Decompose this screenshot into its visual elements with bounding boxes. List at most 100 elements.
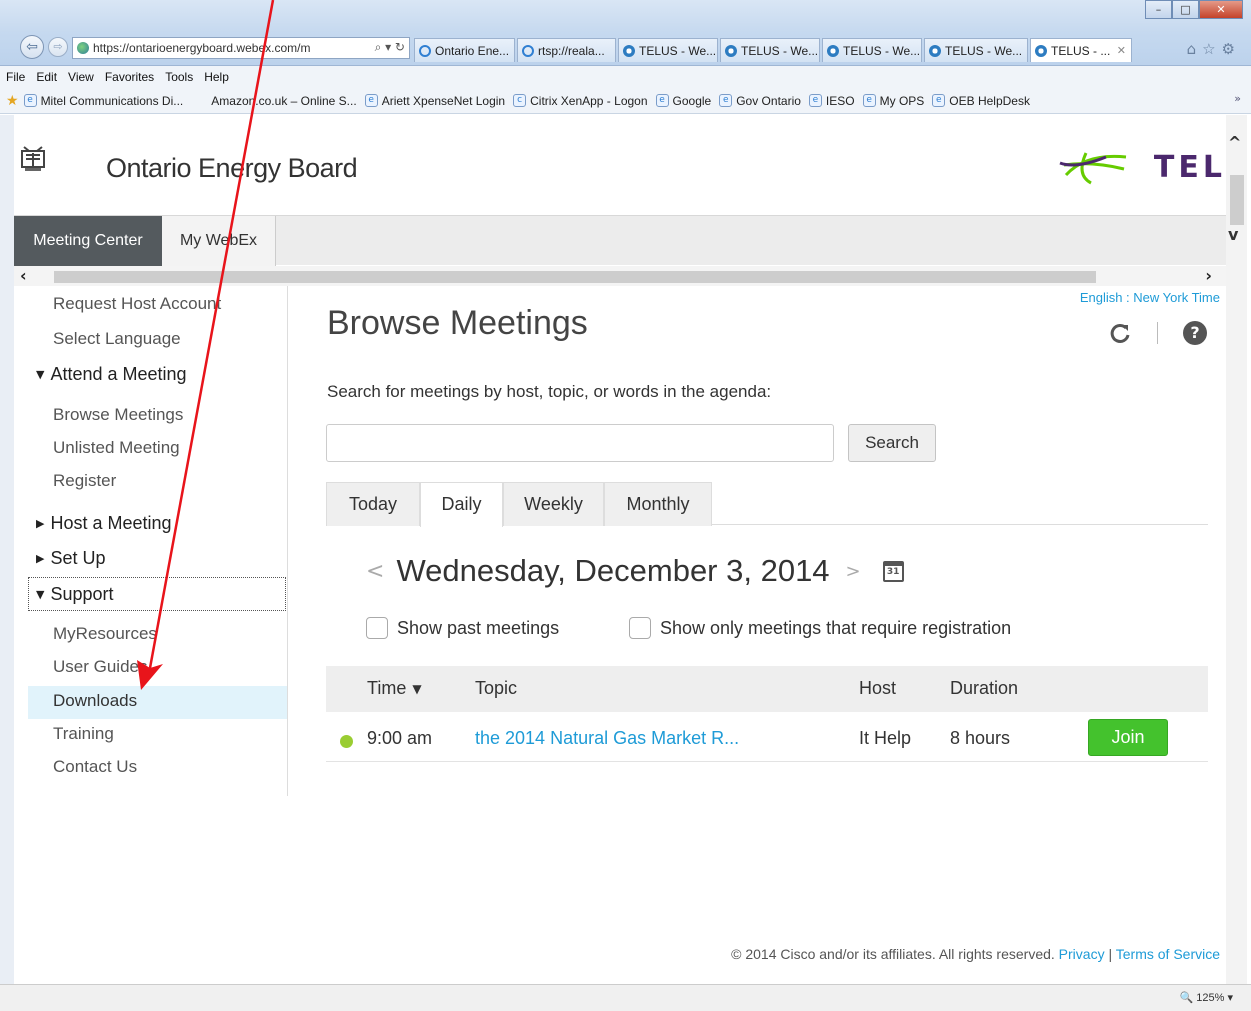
browser-tab[interactable]: TELUS - We... <box>822 38 922 62</box>
join-button[interactable]: Join <box>1088 719 1168 756</box>
sidebar-section-support[interactable]: ▼ Support <box>28 577 286 611</box>
tab-today[interactable]: Today <box>326 482 420 526</box>
home-icon[interactable]: ⌂ <box>1187 40 1203 58</box>
menu-favorites[interactable]: Favorites <box>105 70 154 84</box>
registration-only-option[interactable]: Show only meetings that require registra… <box>629 615 1011 641</box>
favorites-overflow-icon[interactable]: » <box>1234 92 1241 105</box>
chevron-down-icon[interactable]: v <box>1228 225 1238 244</box>
show-past-option[interactable]: Show past meetings <box>366 615 559 641</box>
favorite-link[interactable]: e Ariett XpenseNet Login <box>364 94 505 108</box>
chevron-left-icon[interactable]: < <box>366 559 384 584</box>
back-button[interactable]: ⇦ <box>20 35 44 59</box>
table-row: 9:00 am the 2014 Natural Gas Market R...… <box>326 714 1208 762</box>
browser-tab-active[interactable]: TELUS - ... ✕ <box>1030 38 1132 62</box>
ie-page-icon: e <box>719 94 733 107</box>
sidebar-item-contact[interactable]: Contact Us <box>53 757 137 777</box>
zoom-control[interactable]: 🔍 125% ▾ <box>1180 991 1233 1004</box>
meeting-host: It Help <box>859 728 912 748</box>
tab-weekly[interactable]: Weekly <box>503 482 604 526</box>
favorite-link[interactable]: e Mitel Communications Di... <box>23 94 183 108</box>
browser-tab[interactable]: rtsp://reala... <box>517 38 616 62</box>
sidebar: Request Host Account Select Language ▼ At… <box>14 286 288 796</box>
meetings-table-header: Time ▼ Topic Host Duration <box>326 666 1208 712</box>
ie-page-icon: e <box>932 94 946 107</box>
window-controls: – □ ✕ <box>1145 0 1243 19</box>
sort-down-icon[interactable]: ▼ <box>412 682 421 696</box>
minimize-button[interactable]: – <box>1145 0 1172 19</box>
sidebar-section-attend[interactable]: ▼ Attend a Meeting <box>36 364 187 385</box>
meeting-topic-link[interactable]: the 2014 Natural Gas Market R... <box>475 728 739 749</box>
sidebar-item-browse[interactable]: Browse Meetings <box>53 405 183 425</box>
sidebar-section-host[interactable]: ▶ Host a Meeting <box>36 513 172 534</box>
menu-bar: File Edit View Favorites Tools Help <box>0 66 1251 88</box>
menu-file[interactable]: File <box>6 70 25 84</box>
sidebar-item-select-language[interactable]: Select Language <box>53 329 181 349</box>
meeting-duration: 8 hours <box>950 728 1011 748</box>
toolbar-icons[interactable]: ⌂☆⚙ <box>1187 40 1241 58</box>
terms-link[interactable]: Terms of Service <box>1116 946 1220 962</box>
search-input[interactable] <box>326 424 834 462</box>
chevron-up-icon[interactable]: ^ <box>1228 133 1241 152</box>
sidebar-item-register[interactable]: Register <box>53 471 116 491</box>
search-button[interactable]: Search <box>848 424 936 462</box>
sidebar-item-downloads[interactable]: Downloads <box>53 691 137 711</box>
sidebar-item-myresources[interactable]: MyResources <box>53 624 157 644</box>
privacy-link[interactable]: Privacy <box>1059 946 1105 962</box>
menu-tools[interactable]: Tools <box>165 70 193 84</box>
chevron-right-icon[interactable]: > <box>846 561 861 582</box>
close-tab-icon[interactable]: ✕ <box>1117 44 1126 57</box>
favorite-link[interactable]: c Citrix XenApp - Logon <box>513 94 648 108</box>
browser-tab[interactable]: TELUS - We... <box>720 38 820 62</box>
sidebar-item-request-host[interactable]: Request Host Account <box>53 294 221 314</box>
menu-view[interactable]: View <box>68 70 94 84</box>
horizontal-scrollbar[interactable]: ‹ › <box>14 266 1226 286</box>
refresh-icon[interactable] <box>1108 322 1132 346</box>
column-duration[interactable]: Duration <box>950 678 1018 699</box>
divider <box>1157 322 1158 344</box>
locale-link[interactable]: English : New York Time <box>1080 290 1220 305</box>
column-time[interactable]: Time ▼ <box>367 678 422 699</box>
favorite-link[interactable]: e IESO <box>808 94 855 108</box>
chevron-right-icon[interactable]: › <box>1205 266 1212 285</box>
top-nav: Meeting Center My WebEx <box>14 215 1226 266</box>
browser-tab[interactable]: TELUS - We... <box>618 38 718 62</box>
column-host[interactable]: Host <box>859 678 896 699</box>
chevron-left-icon[interactable]: ‹ <box>20 266 27 285</box>
vertical-scrollbar[interactable]: ^ v <box>1226 115 1247 984</box>
tab-meeting-center[interactable]: Meeting Center <box>14 216 162 266</box>
favorite-link[interactable]: e Gov Ontario <box>719 94 801 108</box>
close-window-button[interactable]: ✕ <box>1199 0 1243 19</box>
sidebar-section-setup[interactable]: ▶ Set Up <box>36 548 106 569</box>
forward-button[interactable]: ⇨ <box>48 37 68 57</box>
menu-edit[interactable]: Edit <box>36 70 57 84</box>
tab-monthly[interactable]: Monthly <box>604 482 712 526</box>
browser-tab[interactable]: TELUS - We... <box>924 38 1028 62</box>
favorites-star-icon[interactable]: ☆ <box>1202 40 1221 58</box>
tab-daily[interactable]: Daily <box>420 482 503 527</box>
menu-help[interactable]: Help <box>204 70 229 84</box>
help-icon[interactable]: ? <box>1183 321 1207 345</box>
search-refresh-icons[interactable]: ⌕ ▾ ↻ <box>371 40 405 55</box>
maximize-button[interactable]: □ <box>1172 0 1199 19</box>
gear-icon[interactable]: ⚙ <box>1222 40 1241 58</box>
registration-only-checkbox[interactable] <box>629 617 651 639</box>
favorite-link[interactable]: e Google <box>655 94 711 108</box>
browser-tab[interactable]: Ontario Ene... <box>414 38 515 62</box>
triangle-right-icon: ▶ <box>36 517 45 530</box>
favorites-star-icon[interactable]: ★ <box>6 93 19 109</box>
calendar-icon[interactable]: 31 <box>882 560 904 582</box>
favorite-link[interactable]: Amazon.co.uk – Online S... <box>211 94 356 108</box>
sidebar-item-user-guides[interactable]: User Guides <box>53 657 147 677</box>
scroll-thumb[interactable] <box>1230 175 1244 225</box>
address-bar[interactable]: https://ontarioenergyboard.webex.com/m ⌕… <box>72 37 410 59</box>
tab-my-webex[interactable]: My WebEx <box>162 216 276 266</box>
sidebar-item-unlisted[interactable]: Unlisted Meeting <box>53 438 180 458</box>
show-past-checkbox[interactable] <box>366 617 388 639</box>
favorite-link[interactable]: e OEB HelpDesk <box>932 94 1030 108</box>
registration-only-label: Show only meetings that require registra… <box>660 617 1012 638</box>
column-topic[interactable]: Topic <box>475 678 517 699</box>
triangle-down-icon: ▼ <box>36 368 45 381</box>
sidebar-item-training[interactable]: Training <box>53 724 114 744</box>
scroll-thumb[interactable] <box>54 271 1096 283</box>
favorite-link[interactable]: e My OPS <box>862 94 924 108</box>
